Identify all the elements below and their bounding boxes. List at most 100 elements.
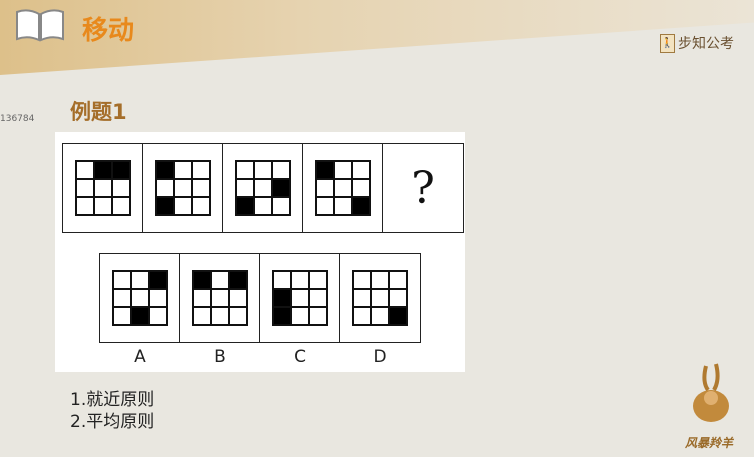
filled-cell bbox=[130, 307, 149, 325]
grid-3x3 bbox=[234, 160, 291, 216]
page-title: 移动 bbox=[82, 16, 135, 46]
antelope-icon bbox=[693, 363, 729, 422]
grid-3x3 bbox=[154, 160, 211, 216]
grid-3x3 bbox=[314, 160, 371, 216]
empty-cell bbox=[389, 271, 407, 289]
empty-cell bbox=[228, 307, 247, 325]
brand-name: 步知公考 bbox=[678, 36, 734, 52]
book-icon bbox=[16, 9, 64, 42]
empty-cell bbox=[351, 179, 370, 197]
empty-cell bbox=[75, 197, 94, 215]
empty-cell bbox=[308, 271, 327, 289]
option-D[interactable] bbox=[340, 254, 420, 342]
empty-cell bbox=[173, 197, 192, 215]
empty-cell bbox=[333, 197, 352, 215]
empty-cell bbox=[371, 289, 389, 307]
empty-cell bbox=[308, 289, 327, 307]
filled-cell bbox=[155, 161, 174, 179]
grid-3x3 bbox=[111, 270, 168, 326]
grid-3x3 bbox=[74, 160, 131, 216]
question-mark: ? bbox=[411, 162, 435, 214]
rules-list: 1.就近原则 2.平均原则 bbox=[70, 389, 154, 433]
empty-cell bbox=[173, 179, 192, 197]
filled-cell bbox=[271, 179, 290, 197]
empty-cell bbox=[228, 289, 247, 307]
filled-cell bbox=[192, 271, 211, 289]
question-panel-2 bbox=[143, 144, 223, 232]
empty-cell bbox=[290, 289, 309, 307]
empty-cell bbox=[93, 197, 112, 215]
empty-cell bbox=[192, 289, 211, 307]
empty-cell bbox=[235, 161, 254, 179]
empty-cell bbox=[210, 307, 229, 325]
filled-cell bbox=[351, 197, 370, 215]
empty-cell bbox=[389, 289, 407, 307]
empty-cell bbox=[253, 161, 272, 179]
empty-cell bbox=[290, 307, 309, 325]
empty-cell bbox=[271, 197, 290, 215]
empty-cell bbox=[112, 271, 131, 289]
question-panel-4 bbox=[303, 144, 383, 232]
empty-cell bbox=[173, 161, 192, 179]
empty-cell bbox=[130, 289, 149, 307]
filled-cell bbox=[389, 307, 407, 325]
empty-cell bbox=[112, 307, 131, 325]
question-row: ? bbox=[62, 143, 464, 233]
filled-cell bbox=[272, 307, 291, 325]
filled-cell bbox=[111, 161, 130, 179]
empty-cell bbox=[112, 289, 131, 307]
question-panel-3 bbox=[223, 144, 303, 232]
empty-cell bbox=[235, 179, 254, 197]
empty-cell bbox=[290, 271, 309, 289]
empty-cell bbox=[93, 179, 112, 197]
filled-cell bbox=[155, 197, 174, 215]
empty-cell bbox=[333, 179, 352, 197]
watermark: 136784 bbox=[0, 114, 35, 124]
mascot-name: 风暴羚羊 bbox=[684, 436, 733, 450]
empty-cell bbox=[353, 307, 371, 325]
empty-cell bbox=[333, 161, 352, 179]
option-A[interactable] bbox=[100, 254, 180, 342]
option-label: B bbox=[214, 347, 226, 367]
option-B[interactable] bbox=[180, 254, 260, 342]
filled-cell bbox=[272, 289, 291, 307]
option-label: D bbox=[373, 347, 387, 367]
empty-cell bbox=[192, 307, 211, 325]
empty-cell bbox=[111, 197, 130, 215]
empty-cell bbox=[148, 289, 167, 307]
empty-cell bbox=[210, 289, 229, 307]
empty-cell bbox=[353, 271, 371, 289]
filled-cell bbox=[235, 197, 254, 215]
question-panel-1 bbox=[63, 144, 143, 232]
empty-cell bbox=[191, 161, 210, 179]
option-C[interactable] bbox=[260, 254, 340, 342]
mascot-logo: 风暴羚羊 bbox=[676, 362, 742, 451]
empty-cell bbox=[155, 179, 174, 197]
brand: 🚶 步知公考 bbox=[660, 33, 734, 53]
option-label: C bbox=[294, 347, 306, 367]
rule-1: 1.就近原则 bbox=[70, 390, 155, 410]
empty-cell bbox=[271, 161, 290, 179]
empty-cell bbox=[272, 271, 291, 289]
empty-cell bbox=[371, 307, 389, 325]
example-title: 例题1 bbox=[70, 100, 127, 124]
empty-cell bbox=[191, 179, 210, 197]
empty-cell bbox=[130, 271, 149, 289]
filled-cell bbox=[228, 271, 247, 289]
filled-cell bbox=[93, 161, 112, 179]
empty-cell bbox=[315, 179, 334, 197]
empty-cell bbox=[351, 161, 370, 179]
empty-cell bbox=[308, 307, 327, 325]
question-panel-unknown: ? bbox=[383, 144, 463, 232]
empty-cell bbox=[353, 289, 371, 307]
grid-3x3 bbox=[271, 270, 328, 326]
empty-cell bbox=[75, 161, 94, 179]
options-row bbox=[99, 253, 421, 343]
grid-3x3 bbox=[352, 270, 408, 326]
walker-logo-icon: 🚶 bbox=[660, 33, 675, 53]
empty-cell bbox=[191, 197, 210, 215]
rule-2: 2.平均原则 bbox=[70, 412, 155, 432]
empty-cell bbox=[315, 197, 334, 215]
empty-cell bbox=[253, 179, 272, 197]
empty-cell bbox=[148, 307, 167, 325]
